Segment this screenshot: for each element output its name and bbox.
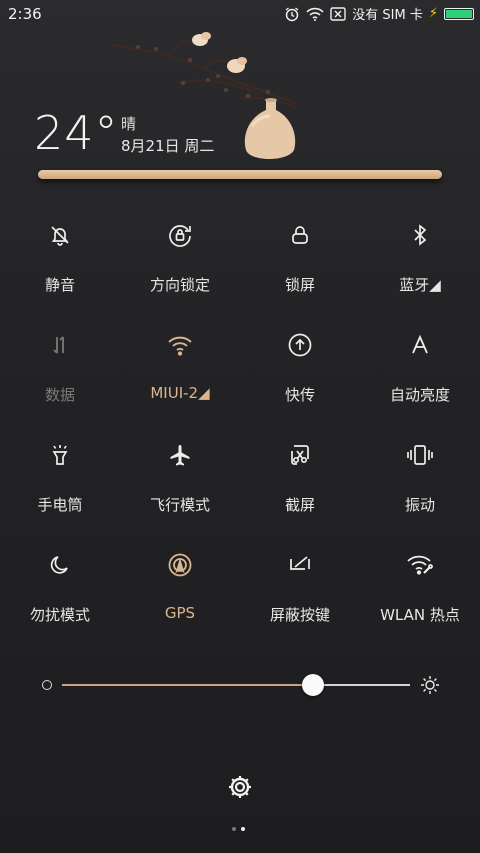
tile-label: 静音 — [44, 276, 75, 294]
airplane-icon — [165, 440, 195, 470]
page-indicator — [232, 827, 245, 831]
charging-icon: ⚡ — [428, 6, 438, 21]
tile-label: 快传 — [284, 386, 315, 404]
tile-auto-brightness[interactable]: 自动亮度 — [360, 320, 480, 430]
tile-bluetooth[interactable]: 蓝牙◢ — [360, 210, 480, 320]
brightness-track-filled — [62, 684, 313, 686]
status-icons: 没有 SIM 卡 ⚡ — [284, 4, 474, 23]
tile-label: 飞行模式 — [149, 496, 210, 514]
wifi-icon — [165, 330, 195, 360]
tile-rotation-lock[interactable]: 方向锁定 — [120, 210, 240, 320]
mobile-data-icon — [45, 330, 75, 360]
tile-label: 手电筒 — [37, 496, 83, 514]
tile-label: 锁屏 — [284, 276, 315, 294]
gps-icon — [165, 550, 195, 580]
tile-label: 自动亮度 — [389, 386, 450, 404]
tile-do-not-disturb[interactable]: 勿扰模式 — [0, 540, 120, 650]
tile-lock-screen[interactable]: 锁屏 — [240, 210, 360, 320]
tile-mobile-data[interactable]: 数据 — [0, 320, 120, 430]
tile-hotspot[interactable]: WLAN 热点 — [360, 540, 480, 650]
tile-vibrate[interactable]: 振动 — [360, 430, 480, 540]
page-dot-active — [241, 827, 245, 831]
tile-label: 振动 — [404, 496, 435, 514]
shelf-decoration — [38, 170, 442, 179]
hotspot-icon — [405, 550, 435, 580]
weather-widget[interactable]: 24° 晴 8月21日 周二 — [0, 28, 480, 188]
wifi-status-icon — [306, 7, 324, 21]
brightness-slider[interactable] — [42, 672, 442, 698]
tile-wifi[interactable]: MIUI-2◢ — [120, 320, 240, 430]
screenshot-icon — [285, 440, 315, 470]
moon-icon — [45, 550, 75, 580]
tile-gps[interactable]: GPS — [120, 540, 240, 650]
page-dot — [232, 827, 236, 831]
tile-label: 蓝牙◢ — [399, 276, 441, 294]
sim-status-text: 没有 SIM 卡 — [352, 8, 423, 23]
tile-quick-share[interactable]: 快传 — [240, 320, 360, 430]
tile-label: 屏蔽按键 — [269, 606, 330, 624]
rotation-lock-icon — [165, 220, 195, 250]
status-bar: 2:36 没有 SIM 卡 ⚡ — [0, 0, 480, 28]
auto-brightness-icon — [405, 330, 435, 360]
temperature: 24° — [34, 106, 119, 160]
block-keys-icon — [285, 550, 315, 580]
brightness-thumb[interactable] — [301, 674, 324, 696]
tile-label: MIUI-2◢ — [150, 384, 210, 402]
alarm-icon — [284, 6, 300, 22]
tile-label: 截屏 — [284, 496, 315, 514]
tile-label: GPS — [164, 604, 196, 622]
brightness-track-empty — [312, 684, 410, 686]
brightness-high-icon — [420, 675, 440, 699]
tile-mute[interactable]: 静音 — [0, 210, 120, 320]
tile-label: 数据 — [44, 386, 75, 404]
status-time: 2:36 — [8, 5, 42, 23]
tile-label: WLAN 热点 — [380, 606, 460, 624]
no-sim-icon — [330, 6, 346, 21]
lock-icon — [285, 220, 315, 250]
flashlight-icon — [45, 440, 75, 470]
settings-button[interactable] — [226, 773, 254, 801]
date: 8月21日 周二 — [121, 137, 215, 155]
tile-screenshot[interactable]: 截屏 — [240, 430, 360, 540]
quick-share-icon — [285, 330, 315, 360]
bell-off-icon — [45, 220, 75, 250]
battery-icon — [444, 7, 474, 20]
tile-label: 方向锁定 — [149, 276, 210, 294]
tile-label: 勿扰模式 — [29, 606, 90, 624]
tile-flashlight[interactable]: 手电筒 — [0, 430, 120, 540]
bluetooth-icon — [405, 220, 435, 250]
weather-condition: 晴 — [121, 115, 137, 133]
brightness-low-icon — [42, 680, 52, 690]
tile-airplane-mode[interactable]: 飞行模式 — [120, 430, 240, 540]
gear-icon — [226, 776, 254, 805]
vibrate-icon — [405, 440, 435, 470]
tile-block-keys[interactable]: 屏蔽按键 — [240, 540, 360, 650]
